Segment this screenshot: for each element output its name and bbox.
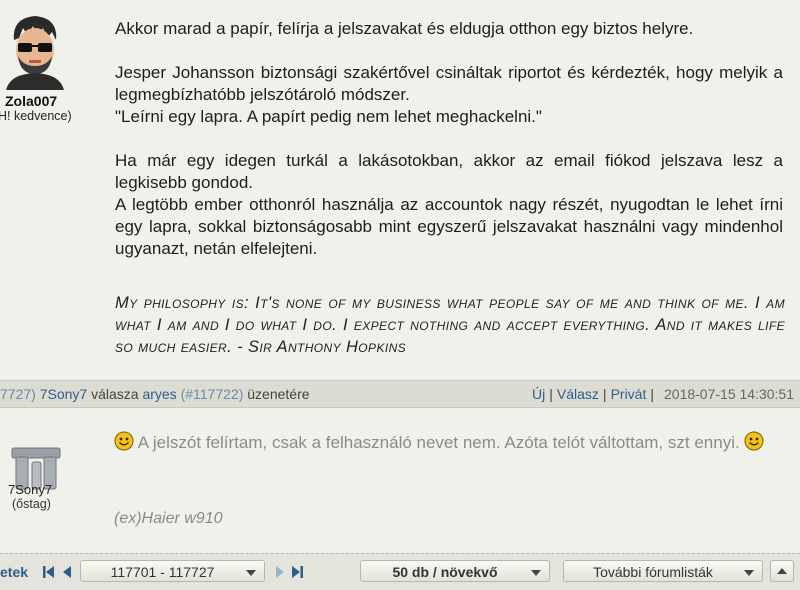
post-text: A jelszót felírtam, csak a felhasználó n… — [134, 433, 745, 452]
reply-word: válasza — [91, 386, 139, 402]
post-paragraph: A legtöbb ember otthonról használja az a… — [115, 195, 783, 258]
message-range-select[interactable]: 117701 - 117727 — [80, 560, 265, 582]
reply-suffix: üzenetére — [247, 386, 310, 402]
post-body: Akkor marad a papír, felírja a jelszavak… — [115, 18, 783, 282]
author-name[interactable]: 7Sony7 — [8, 482, 52, 497]
avatar-zola007[interactable] — [0, 10, 70, 90]
chevron-up-icon — [777, 568, 787, 574]
post-paragraph: Jesper Johansson biztonsági szakértővel … — [115, 63, 783, 104]
post-quote: "Leírni egy lapra. A papírt pedig nem le… — [115, 107, 542, 126]
pagination-toolbar: etek 117701 - 117727 50 db / növekvő Tov… — [0, 553, 800, 590]
target-user-link[interactable]: aryes — [142, 386, 176, 402]
chevron-down-icon — [744, 570, 754, 576]
post-paragraph: Akkor marad a papír, felírja a jelszavak… — [115, 19, 694, 38]
last-page-icon[interactable] — [290, 565, 304, 579]
post-7sony7: 7Sony7 (őstag) A jelszót felírtam, csak … — [0, 408, 800, 550]
post-signature: My philosophy is: It's none of my busine… — [115, 294, 785, 356]
toolbar-label: etek — [0, 564, 29, 580]
post-zola007: Zola007 H! kedvence) Akkor marad a papír… — [0, 0, 800, 378]
smiley-icon — [744, 431, 764, 451]
author-rank: (őstag) — [12, 497, 51, 511]
new-message-link[interactable]: Új — [532, 386, 545, 402]
reply-link[interactable]: Válasz — [557, 386, 599, 402]
target-message-link[interactable]: (#117722) — [181, 386, 244, 402]
chevron-down-icon — [246, 570, 256, 576]
divider: | — [650, 386, 654, 402]
first-page-icon[interactable] — [42, 565, 56, 579]
private-message-link[interactable]: Privát — [611, 386, 647, 402]
post-paragraph: Ha már egy idegen turkál a lakásotokban,… — [115, 151, 783, 192]
smiley-icon — [114, 431, 134, 451]
chevron-down-icon — [531, 570, 541, 576]
reply-author-link[interactable]: 7Sony7 — [40, 386, 87, 402]
divider: | — [602, 386, 607, 402]
forum-lists-select[interactable]: További fórumlisták — [563, 560, 763, 582]
previous-message-link[interactable]: 7727) — [0, 386, 36, 402]
reply-header-bar: 7727) 7Sony7 válasza aryes (#117722) üze… — [0, 380, 800, 408]
previous-page-icon[interactable] — [60, 565, 74, 579]
page-size-value: 50 db / növekvő — [392, 564, 498, 580]
forum-lists-value: További fórumlisták — [593, 564, 713, 580]
page-size-select[interactable]: 50 db / növekvő — [360, 560, 550, 582]
next-page-icon[interactable] — [273, 565, 287, 579]
author-rank: H! kedvence) — [0, 109, 72, 123]
post-datetime: 2018-07-15 14:30:51 — [664, 386, 794, 402]
scroll-to-top-button[interactable] — [770, 560, 794, 582]
author-name[interactable]: Zola007 — [5, 93, 57, 109]
post-body: A jelszót felírtam, csak a felhasználó n… — [114, 430, 784, 455]
message-range-value: 117701 - 117727 — [110, 564, 215, 580]
post-signature: (ex)Haier w910 — [114, 510, 223, 527]
divider: | — [549, 386, 553, 402]
